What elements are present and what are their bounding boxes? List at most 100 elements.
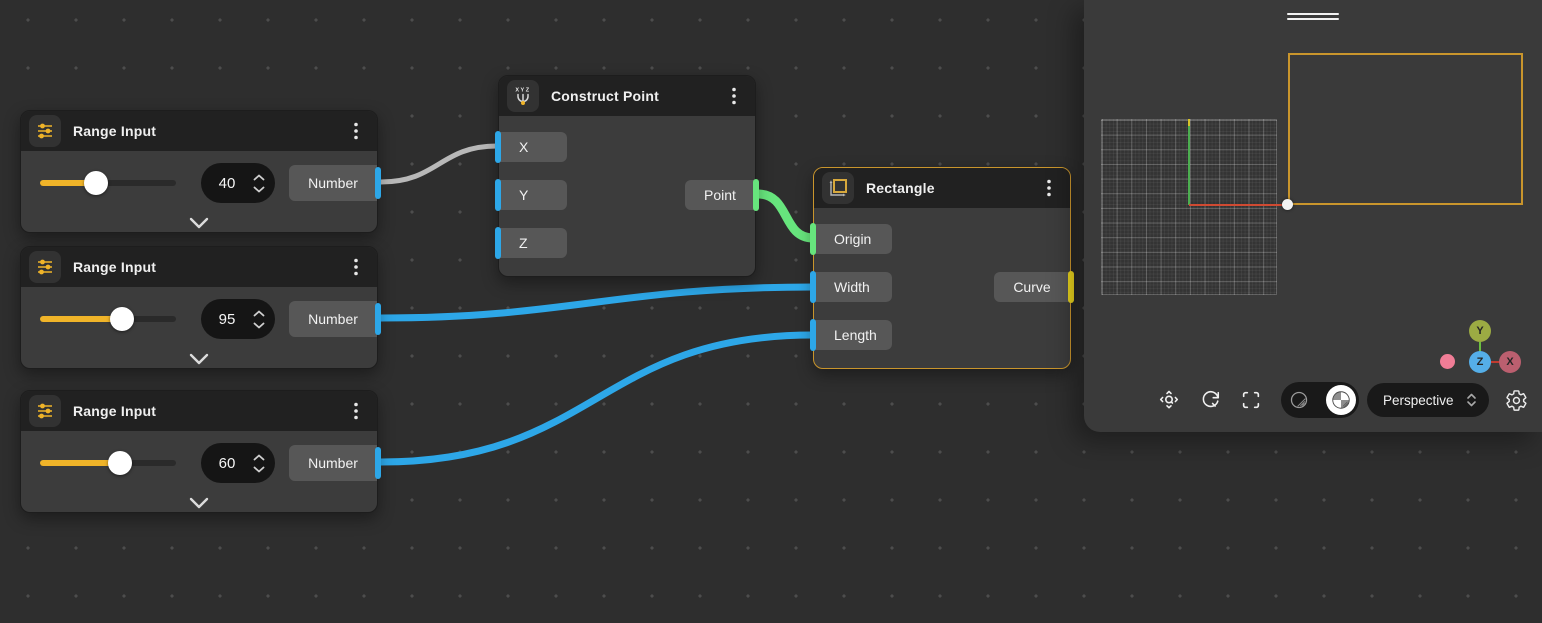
expand-chevron-icon[interactable] xyxy=(188,216,210,230)
input-label: Origin xyxy=(834,231,871,247)
socket-curve[interactable] xyxy=(1068,271,1074,303)
viewport-panel: Y Z X xyxy=(1084,0,1542,432)
value-stepper[interactable]: 60 xyxy=(201,443,275,483)
output-socket-number[interactable]: Number xyxy=(289,301,377,337)
node-range-input-2[interactable]: Range Input 95 Number xyxy=(20,246,378,369)
node-editor-canvas[interactable]: { "colors": { "accent": "#f0b429", "sele… xyxy=(0,0,1542,623)
value-display[interactable]: 40 xyxy=(201,175,253,192)
node-header[interactable]: Range Input xyxy=(21,247,377,287)
node-header[interactable]: Range Input xyxy=(21,391,377,431)
socket-z[interactable] xyxy=(495,227,501,259)
camera-mode-value: Perspective xyxy=(1383,393,1454,408)
panel-drag-handle[interactable] xyxy=(1287,10,1339,23)
wire-number-to-x[interactable] xyxy=(381,146,497,182)
output-socket-number[interactable]: Number xyxy=(289,165,377,201)
node-menu-icon[interactable] xyxy=(725,86,743,106)
input-label: Y xyxy=(519,187,528,203)
node-range-input-1[interactable]: Range Input 40 Number xyxy=(20,110,378,233)
node-construct-point[interactable]: XYZ Construct Point X Y Z Point xyxy=(498,75,756,277)
expand-chevron-icon[interactable] xyxy=(188,496,210,510)
input-label: Z xyxy=(519,235,528,251)
socket-y[interactable] xyxy=(495,179,501,211)
output-label: Number xyxy=(308,455,358,471)
expand-chevron-icon[interactable] xyxy=(188,352,210,366)
stepper-down-icon[interactable] xyxy=(253,186,265,193)
socket-x[interactable] xyxy=(495,131,501,163)
socket-origin[interactable] xyxy=(810,223,816,255)
gizmo-x-axis[interactable]: X xyxy=(1499,351,1521,373)
node-title: Range Input xyxy=(73,259,347,275)
wire-point-to-origin[interactable] xyxy=(758,194,813,238)
output-label: Number xyxy=(308,311,358,327)
socket-width[interactable] xyxy=(810,271,816,303)
output-socket-number[interactable]: Number xyxy=(289,445,377,481)
node-menu-icon[interactable] xyxy=(1040,178,1058,198)
value-stepper[interactable]: 95 xyxy=(201,299,275,339)
range-slider[interactable] xyxy=(40,457,176,469)
shading-mode-toggle xyxy=(1281,382,1359,418)
socket-length[interactable] xyxy=(810,319,816,351)
pan-tool-icon[interactable] xyxy=(1158,389,1180,411)
slider-thumb[interactable] xyxy=(108,451,132,475)
slider-track[interactable] xyxy=(40,180,176,186)
gizmo-z-axis[interactable]: Z xyxy=(1469,351,1491,373)
stepper-up-icon[interactable] xyxy=(253,174,265,181)
x-axis-line xyxy=(1189,204,1282,206)
input-socket-origin[interactable]: Origin xyxy=(814,224,892,254)
y-axis-line xyxy=(1188,126,1190,205)
value-display[interactable]: 95 xyxy=(201,311,253,328)
orientation-gizmo[interactable]: Y Z X xyxy=(1434,314,1529,378)
stepper-down-icon[interactable] xyxy=(253,466,265,473)
gizmo-negative-x-axis[interactable] xyxy=(1440,354,1455,369)
slider-track[interactable] xyxy=(40,316,176,322)
range-slider[interactable] xyxy=(40,313,176,325)
wire-number-to-length[interactable] xyxy=(381,335,813,462)
socket-number[interactable] xyxy=(375,447,381,479)
input-socket-length[interactable]: Length xyxy=(814,320,892,350)
socket-number[interactable] xyxy=(375,303,381,335)
input-socket-width[interactable]: Width xyxy=(814,272,892,302)
slider-thumb[interactable] xyxy=(110,307,134,331)
value-display[interactable]: 60 xyxy=(201,455,253,472)
node-title: Range Input xyxy=(73,403,347,419)
viewport-settings-icon[interactable] xyxy=(1505,389,1528,412)
node-header[interactable]: Range Input xyxy=(21,111,377,151)
origin-point xyxy=(1282,199,1293,210)
value-stepper[interactable]: 40 xyxy=(201,163,275,203)
zoom-reset-icon[interactable] xyxy=(1199,389,1221,411)
socket-point[interactable] xyxy=(753,179,759,211)
wireframe-mode-button[interactable] xyxy=(1284,385,1314,415)
node-title: Range Input xyxy=(73,123,347,139)
range-input-icon xyxy=(29,395,61,427)
slider-thumb[interactable] xyxy=(84,171,108,195)
node-menu-icon[interactable] xyxy=(347,121,365,141)
output-socket-point[interactable]: Point xyxy=(685,180,755,210)
node-menu-icon[interactable] xyxy=(347,401,365,421)
stepper-up-icon[interactable] xyxy=(253,454,265,461)
input-label: Length xyxy=(834,327,877,343)
construct-point-icon: XYZ xyxy=(507,80,539,112)
range-slider[interactable] xyxy=(40,177,176,189)
socket-number[interactable] xyxy=(375,167,381,199)
node-menu-icon[interactable] xyxy=(347,257,365,277)
svg-text:XYZ: XYZ xyxy=(515,88,530,94)
node-header[interactable]: Rectangle xyxy=(814,168,1070,208)
input-socket-z[interactable]: Z xyxy=(499,228,567,258)
rectangle-icon xyxy=(822,172,854,204)
stepper-up-icon[interactable] xyxy=(253,310,265,317)
input-socket-y[interactable]: Y xyxy=(499,180,567,210)
node-header[interactable]: XYZ Construct Point xyxy=(499,76,755,116)
range-input-icon xyxy=(29,115,61,147)
input-socket-x[interactable]: X xyxy=(499,132,567,162)
axis-y-tip xyxy=(1188,119,1190,126)
node-title: Construct Point xyxy=(551,88,725,104)
wire-number-to-width[interactable] xyxy=(381,287,813,318)
camera-mode-dropdown[interactable]: Perspective xyxy=(1367,383,1489,417)
stepper-down-icon[interactable] xyxy=(253,322,265,329)
node-rectangle[interactable]: Rectangle Origin Width Length Curve xyxy=(813,167,1071,369)
shaded-mode-button[interactable] xyxy=(1326,385,1356,415)
frame-fit-icon[interactable] xyxy=(1240,389,1262,411)
gizmo-y-axis[interactable]: Y xyxy=(1469,320,1491,342)
node-range-input-3[interactable]: Range Input 60 Number xyxy=(20,390,378,513)
output-socket-curve[interactable]: Curve xyxy=(994,272,1070,302)
